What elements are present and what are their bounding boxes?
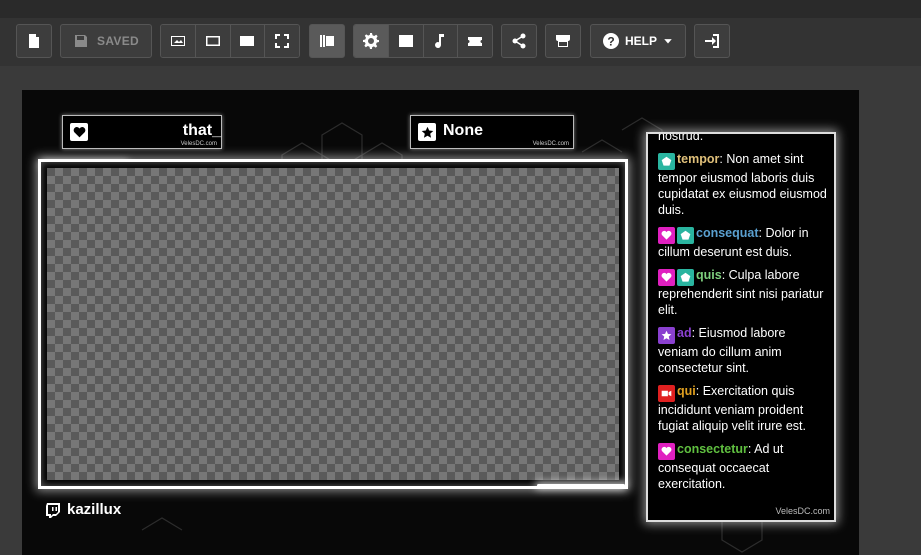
gear-icon bbox=[362, 33, 379, 49]
share-icon bbox=[512, 33, 526, 49]
chat-username: tempor bbox=[677, 152, 720, 166]
chat-badge bbox=[677, 269, 694, 286]
star-icon bbox=[661, 330, 672, 340]
chat-message: nostrud. bbox=[658, 132, 828, 144]
name-box-left[interactable]: that_ VelesDC.com bbox=[62, 115, 222, 149]
chat-badge bbox=[658, 227, 675, 244]
library-button[interactable] bbox=[309, 24, 345, 58]
logout-icon bbox=[705, 34, 719, 48]
twitch-username: kazillux bbox=[67, 501, 122, 518]
star-icon bbox=[421, 126, 433, 138]
settings-group bbox=[353, 24, 493, 58]
saved-label: SAVED bbox=[97, 34, 139, 48]
chat-badge bbox=[658, 443, 675, 460]
help-label: HELP bbox=[624, 34, 657, 48]
chat-message: tempor: Non amet sint tempor eiusmod lab… bbox=[658, 151, 828, 218]
picture-icon bbox=[398, 35, 413, 47]
chat-message: consequat: Dolor in cillum deserunt est … bbox=[658, 225, 828, 260]
image-layout-icon bbox=[170, 36, 185, 46]
chat-message: consectetur: Ad ut consequat occaecat ex… bbox=[658, 441, 828, 492]
chat-box[interactable]: nostrud. tempor: Non amet sint tempor eiu… bbox=[646, 132, 836, 522]
library-icon bbox=[320, 35, 334, 47]
fullscreen-icon bbox=[275, 34, 290, 48]
music-button[interactable] bbox=[423, 25, 459, 57]
chat-badge bbox=[658, 385, 675, 402]
crop-button[interactable] bbox=[195, 25, 231, 57]
twitch-handle: kazillux bbox=[45, 501, 121, 518]
image-icon bbox=[240, 36, 255, 46]
chat-messages: nostrud. tempor: Non amet sint tempor eiu… bbox=[658, 132, 828, 499]
image-button[interactable] bbox=[230, 25, 266, 57]
logout-button[interactable] bbox=[694, 24, 730, 58]
name-box-right[interactable]: None VelesDC.com bbox=[410, 115, 574, 149]
chevron-down-icon bbox=[664, 39, 672, 44]
store-icon bbox=[556, 35, 570, 47]
glow-accent-bottom bbox=[537, 484, 625, 487]
chat-badge bbox=[658, 269, 675, 286]
chat-message: ad: Eiusmod labore veniam do cillum anim… bbox=[658, 325, 828, 376]
chat-text: nostrud. bbox=[658, 132, 704, 143]
help-icon: ? bbox=[602, 33, 619, 49]
heart-icon bbox=[661, 230, 672, 240]
name-text-right: None bbox=[443, 122, 483, 139]
save-button[interactable]: SAVED bbox=[60, 24, 152, 58]
picture-button[interactable] bbox=[388, 25, 424, 57]
store-button[interactable] bbox=[545, 24, 581, 58]
file-icon bbox=[29, 34, 39, 48]
chat-message: qui: Exercitation quis incididunt veniam… bbox=[658, 383, 828, 434]
chat-username: consequat bbox=[696, 226, 759, 240]
chat-username: consectetur bbox=[677, 442, 748, 456]
editor-toolbar: SAVED ? HELP bbox=[0, 18, 921, 66]
heart-icon bbox=[73, 126, 85, 137]
chat-badge bbox=[677, 227, 694, 244]
fullscreen-button[interactable] bbox=[265, 25, 299, 57]
share-button[interactable] bbox=[501, 24, 537, 58]
chat-username: ad bbox=[677, 326, 692, 340]
music-icon bbox=[435, 34, 445, 49]
image-layout-button[interactable] bbox=[161, 25, 196, 57]
name-watermark-left: VelesDC.com bbox=[180, 141, 217, 147]
chat-message: quis: Culpa labore reprehenderit sint ni… bbox=[658, 267, 828, 318]
heart-icon bbox=[661, 272, 672, 282]
window-top-bar bbox=[0, 0, 921, 18]
chat-badge bbox=[658, 327, 675, 344]
ticket-icon bbox=[468, 37, 483, 46]
overlay-canvas[interactable]: that_ VelesDC.com None VelesDC.com kazil… bbox=[22, 90, 859, 555]
pentagon-icon bbox=[661, 156, 672, 166]
name-badge-left bbox=[70, 123, 88, 141]
chat-username: qui bbox=[677, 384, 696, 398]
pentagon-icon bbox=[680, 272, 691, 282]
settings-button[interactable] bbox=[354, 25, 389, 57]
pentagon-icon bbox=[680, 230, 691, 240]
transparent-webcam-area bbox=[47, 168, 619, 480]
heart-icon bbox=[661, 446, 672, 456]
crop-icon bbox=[205, 36, 220, 46]
twitch-icon bbox=[46, 502, 60, 518]
chat-watermark: VelesDC.com bbox=[775, 506, 830, 516]
chat-badge bbox=[658, 153, 675, 170]
save-icon bbox=[75, 35, 88, 47]
chat-username: quis bbox=[696, 268, 722, 282]
name-watermark-right: VelesDC.com bbox=[532, 141, 569, 147]
help-menu-button[interactable]: ? HELP bbox=[590, 24, 686, 58]
video-icon bbox=[661, 390, 672, 397]
name-text-left: that_ bbox=[182, 122, 221, 139]
webcam-frame[interactable] bbox=[38, 159, 628, 489]
layout-tools-group bbox=[160, 24, 300, 58]
new-file-button[interactable] bbox=[16, 24, 52, 58]
ticket-button[interactable] bbox=[458, 25, 492, 57]
svg-text:?: ? bbox=[607, 35, 614, 49]
name-badge-right bbox=[418, 123, 436, 141]
